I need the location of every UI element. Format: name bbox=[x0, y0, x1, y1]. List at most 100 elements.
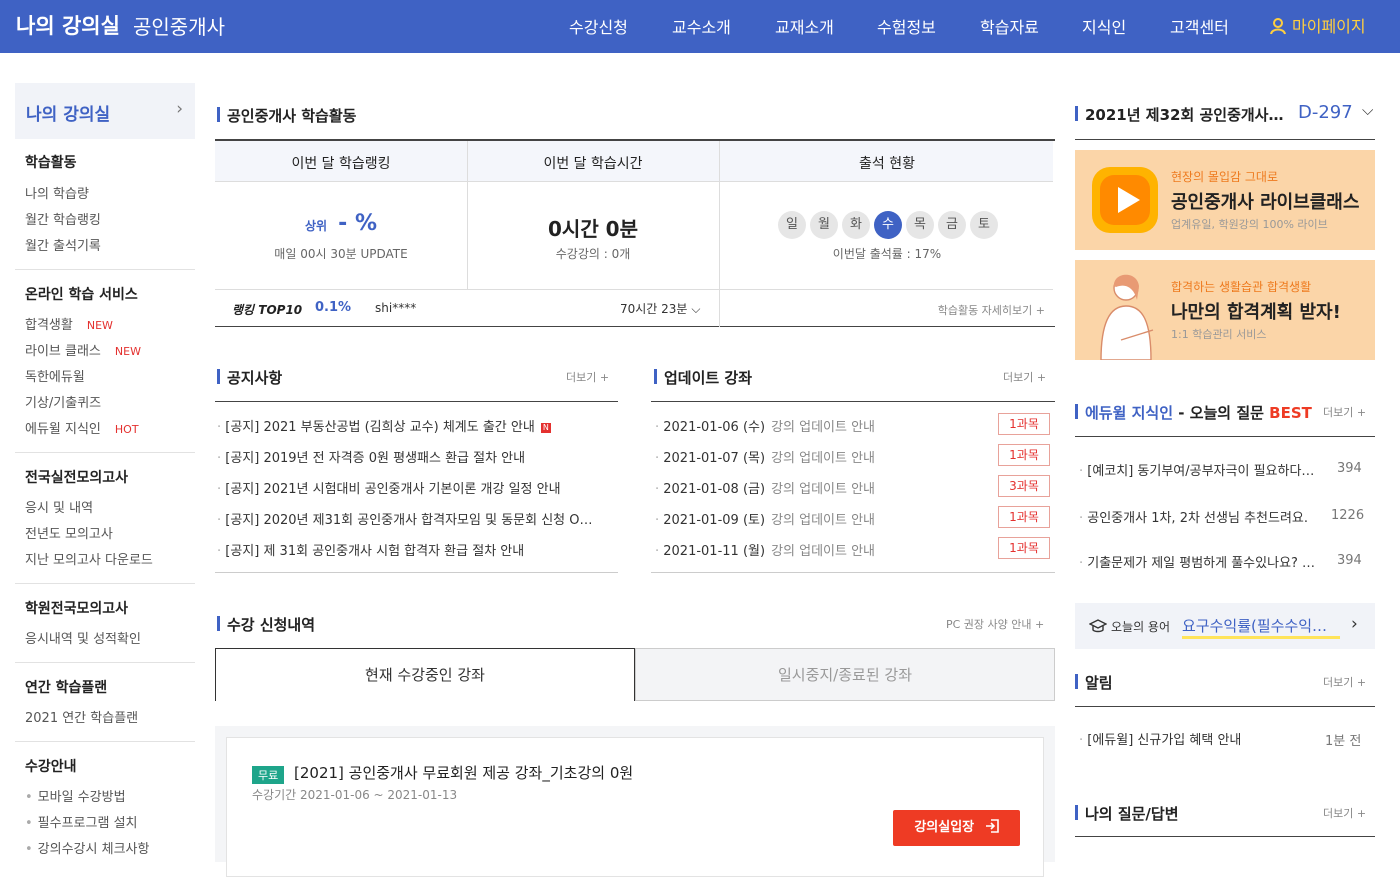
nav-study-materials[interactable]: 학습자료 bbox=[980, 14, 1039, 38]
notice-item-text: [공지] 2021 부동산공법 (김희상 교수) 체계도 출간 안내 bbox=[225, 420, 535, 435]
alarm-more-link[interactable]: 더보기 + bbox=[1323, 674, 1366, 690]
sidebar-item-academy-results[interactable]: 응시내역 및 성적확인 bbox=[25, 628, 141, 647]
hot-badge: HOT bbox=[114, 423, 139, 436]
divider bbox=[15, 662, 195, 663]
update-date: 2021-01-11 (월) bbox=[663, 544, 766, 559]
sidebar-item-knowledge[interactable]: 에듀윌 지식인 HOT bbox=[25, 418, 139, 437]
enter-icon bbox=[985, 819, 999, 833]
notice-item[interactable]: · [공지] 2021 부동산공법 (김희상 교수) 체계도 출간 안내 N bbox=[217, 416, 617, 435]
update-item[interactable]: · 2021-01-06 (수) 강의 업데이트 안내 bbox=[655, 416, 875, 435]
rank-prefix: 상위 bbox=[304, 219, 328, 233]
update-date: 2021-01-07 (목) bbox=[663, 451, 766, 466]
today-term-box[interactable]: 오늘의 용어 요구수익률(필수수익… › bbox=[1075, 603, 1375, 649]
today-term: 요구수익률(필수수익… bbox=[1182, 615, 1340, 639]
sidebar-item-mock-apply[interactable]: 응시 및 내역 bbox=[25, 497, 93, 516]
update-item[interactable]: · 2021-01-08 (금) 강의 업데이트 안내 bbox=[655, 478, 875, 497]
sidebar-item-pass-life[interactable]: 합격생활 NEW bbox=[25, 314, 113, 333]
sidebar-item-tough-eduwill[interactable]: 독한에듀윌 bbox=[25, 366, 85, 385]
divider bbox=[15, 452, 195, 453]
sidebar-title: 나의 강의실 bbox=[26, 105, 111, 125]
updates-more-link[interactable]: 더보기 + bbox=[1003, 369, 1046, 385]
brand-subtitle[interactable]: 공인중개사 bbox=[133, 11, 225, 40]
nav-exam-info[interactable]: 수험정보 bbox=[877, 14, 936, 38]
notice-item[interactable]: · [공지] 제 31회 공인중개사 시험 합격자 환급 절차 안내 bbox=[217, 540, 617, 559]
sidebar-item-quiz[interactable]: 기상/기출퀴즈 bbox=[25, 392, 101, 411]
sidebar-item-attendance[interactable]: 월간 출석기록 bbox=[25, 235, 101, 254]
study-plan-banner[interactable]: 합격하는 생활습관 합격생활 나만의 합격계획 받자! 1:1 학습관리 서비스 bbox=[1075, 260, 1375, 360]
rank-value: - % bbox=[338, 211, 378, 236]
activity-detail-link[interactable]: 학습활동 자세히보기 + bbox=[938, 302, 1045, 318]
mypage-link[interactable]: 마이페이지 bbox=[1270, 13, 1366, 37]
divider bbox=[215, 289, 1053, 290]
divider bbox=[1075, 836, 1375, 837]
banner-tagline: 현장의 몰입감 그대로 bbox=[1171, 170, 1278, 184]
top10-percent: 0.1% bbox=[315, 300, 352, 315]
update-date: 2021-01-09 (토) bbox=[663, 513, 766, 528]
qna-item[interactable]: · 공인중개사 1차, 2차 선생님 추천드려요. bbox=[1079, 507, 1319, 526]
course-title[interactable]: [2021] 공인중개사 무료회원 제공 강좌_기초강의 0원 bbox=[294, 762, 633, 783]
new-badge: NEW bbox=[86, 319, 113, 332]
day-fri: 금 bbox=[938, 211, 966, 239]
qna-title: 에듀윌 지식인 - 오늘의 질문 BEST bbox=[1075, 402, 1312, 423]
banner-heading: 나만의 합격계획 받자! bbox=[1171, 302, 1341, 323]
notice-item[interactable]: · [공지] 2019년 전 자격증 0원 평생패스 환급 절차 안내 bbox=[217, 447, 617, 466]
top10-label: 랭킹 TOP10 bbox=[232, 303, 303, 317]
sidebar-item-checklist[interactable]: 강의수강시 체크사항 bbox=[25, 838, 150, 857]
sidebar-header[interactable]: 나의 강의실 › bbox=[15, 83, 195, 139]
sidebar-item-monthly-ranking[interactable]: 월간 학습랭킹 bbox=[25, 209, 101, 228]
tab-paused-courses[interactable]: 일시중지/종료된 강좌 bbox=[635, 648, 1055, 701]
brand-title[interactable]: 나의 강의실 bbox=[16, 10, 120, 40]
banner-tagline: 합격하는 생활습관 합격생활 bbox=[1171, 280, 1312, 294]
qna-more-link[interactable]: 더보기 + bbox=[1323, 404, 1366, 420]
sidebar-item-mobile-guide[interactable]: 모바일 수강방법 bbox=[25, 786, 126, 805]
sidebar-section-title: 학습활동 bbox=[25, 155, 77, 171]
sidebar-item-program-install[interactable]: 필수프로그램 설치 bbox=[25, 812, 138, 831]
alarm-item[interactable]: · [에듀윌] 신규가입 혜택 안내 bbox=[1079, 729, 1241, 748]
nav-enroll[interactable]: 수강신청 bbox=[569, 14, 628, 38]
sidebar-item-last-year-mock[interactable]: 전년도 모의고사 bbox=[25, 523, 113, 542]
sidebar-section-title: 학원전국모의고사 bbox=[25, 601, 129, 617]
top10-time-dropdown[interactable]: 70시간 23분 ⌵ bbox=[620, 300, 700, 317]
qna-item[interactable]: · 기출문제가 제일 평범하게 풀수있나요? … bbox=[1079, 552, 1319, 571]
mypage-label: 마이페이지 bbox=[1292, 17, 1366, 36]
update-text: 강의 업데이트 안내 bbox=[771, 482, 876, 497]
course-period: 수강기간 2021-01-06 ~ 2021-01-13 bbox=[252, 788, 458, 802]
activity-panel: 이번 달 학습랭킹 이번 달 학습시간 출석 현황 상위 - % 매일 00시 … bbox=[215, 139, 1055, 327]
nav-customer-center[interactable]: 고객센터 bbox=[1170, 14, 1229, 38]
pc-spec-link[interactable]: PC 권장 사양 안내 + bbox=[946, 616, 1044, 632]
notice-item[interactable]: · [공지] 2021년 시험대비 공인중개사 기본이론 개강 일정 안내 bbox=[217, 478, 617, 497]
update-item[interactable]: · 2021-01-11 (월) 강의 업데이트 안내 bbox=[655, 540, 875, 559]
sidebar-item-label: 라이브 클래스 bbox=[25, 344, 101, 359]
day-wed-today: 수 bbox=[874, 211, 902, 239]
banner-caption: 1:1 학습관리 서비스 bbox=[1171, 328, 1267, 341]
notice-more-link[interactable]: 더보기 + bbox=[566, 369, 609, 385]
nav-professors[interactable]: 교수소개 bbox=[672, 14, 731, 38]
new-badge: NEW bbox=[114, 345, 141, 358]
update-item[interactable]: · 2021-01-07 (목) 강의 업데이트 안내 bbox=[655, 447, 875, 466]
sidebar-item-live-class[interactable]: 라이브 클래스 NEW bbox=[25, 340, 141, 359]
exam-dday-title[interactable]: 2021년 제32회 공인중개사… bbox=[1075, 104, 1290, 125]
update-item[interactable]: · 2021-01-09 (토) 강의 업데이트 안내 bbox=[655, 509, 875, 528]
my-qna-more-link[interactable]: 더보기 + bbox=[1323, 805, 1366, 821]
play-icon bbox=[1092, 167, 1158, 233]
nav-books[interactable]: 교재소개 bbox=[775, 14, 834, 38]
notice-item-text: [공지] 2020년 제31회 공인중개사 합격자모임 및 동문회 신청 O… bbox=[225, 513, 593, 528]
live-class-banner[interactable]: 현장의 몰입감 그대로 공인중개사 라이브클래스 업계유일, 학원강의 100%… bbox=[1075, 150, 1375, 250]
update-count: 3과목 bbox=[998, 475, 1050, 497]
sidebar-item-study-amount[interactable]: 나의 학습량 bbox=[25, 183, 89, 202]
sidebar-section-title: 연간 학습플랜 bbox=[25, 680, 108, 696]
chevron-down-icon[interactable]: ⌵ bbox=[1362, 101, 1373, 119]
lecture-count: 수강강의 : 0개 bbox=[555, 247, 631, 261]
notice-item[interactable]: · [공지] 2020년 제31회 공인중개사 합격자모임 및 동문회 신청 O… bbox=[217, 509, 617, 528]
update-text: 강의 업데이트 안내 bbox=[771, 420, 876, 435]
nav-knowledge[interactable]: 지식인 bbox=[1082, 14, 1126, 38]
updates-title: 업데이트 강좌 bbox=[654, 367, 752, 388]
divider bbox=[1075, 706, 1375, 707]
qna-item[interactable]: · [예코치] 동기부여/공부자극이 필요하다… bbox=[1079, 460, 1319, 479]
enter-classroom-button[interactable]: 강의실입장 bbox=[893, 810, 1020, 846]
sidebar-item-yearly-plan[interactable]: 2021 연간 학습플랜 bbox=[25, 707, 138, 726]
divider bbox=[15, 583, 195, 584]
alarm-time: 1분 전 bbox=[1325, 734, 1362, 749]
tab-current-courses[interactable]: 현재 수강중인 강좌 bbox=[215, 648, 635, 701]
sidebar-item-mock-download[interactable]: 지난 모의고사 다운로드 bbox=[25, 549, 153, 568]
